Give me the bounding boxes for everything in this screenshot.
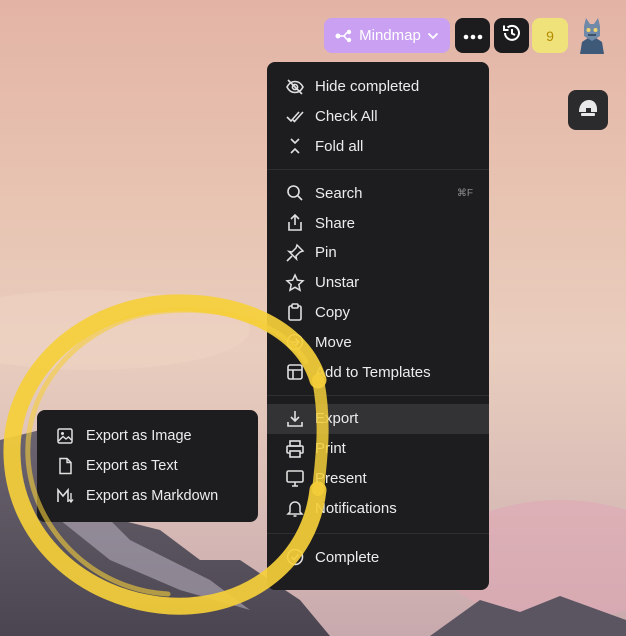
move-icon [285,332,305,352]
menu-item-label: Unstar [315,274,360,292]
menu-item-notifications[interactable]: Notifications [267,493,489,523]
clipboard-icon [285,302,305,322]
menu-item-label: Hide completed [315,78,420,96]
menu-divider [267,533,489,535]
view-mode-dropdown[interactable]: Mindmap [324,18,450,53]
menu-item-label: Add to Templates [315,363,431,381]
menu-item-label: Search [315,184,363,202]
markdown-icon [56,487,74,505]
submenu-item-label: Export as Text [86,458,178,474]
menu-item-share[interactable]: Share [267,208,489,238]
menu-item-label: Share [315,214,356,232]
more-dots-icon [463,27,483,45]
side-panel-button[interactable] [568,90,608,130]
menu-item-label: Notifications [315,499,397,517]
print-icon [285,439,305,459]
menu-item-label: Check All [315,108,378,126]
menu-item-check-all[interactable]: Check All [267,102,489,132]
options-menu: Hide completed Check All Fold all Search… [267,62,489,590]
export-submenu: Export as Image Export as Text Export as… [37,410,258,522]
chevron-down-icon [427,32,439,40]
menu-item-present[interactable]: Present [267,464,489,494]
menu-item-label: Print [315,440,346,458]
image-icon [56,427,74,445]
view-mode-label: Mindmap [359,27,421,44]
menu-item-label: Copy [315,303,351,321]
star-icon [285,272,305,293]
menu-item-label: Export [315,410,359,428]
submenu-item-label: Export as Image [86,428,192,444]
menu-item-add-to-templates[interactable]: Add to Templates [267,357,489,387]
submenu-item-export-markdown[interactable]: Export as Markdown [37,481,258,511]
menu-item-complete[interactable]: Complete [267,542,489,572]
keyboard-shortcut: ⌘F [456,187,473,199]
bell-icon [285,498,305,518]
menu-item-label: Present [315,469,367,487]
menu-item-fold-all[interactable]: Fold all [267,132,489,162]
export-icon [285,409,305,429]
menu-item-hide-completed[interactable]: Hide completed [267,72,489,102]
submenu-item-export-image[interactable]: Export as Image [37,421,258,451]
menu-item-unstar[interactable]: Unstar [267,268,489,298]
pin-icon [285,243,305,263]
menu-item-label: Fold all [315,137,364,155]
mindmap-icon [335,29,353,43]
avatar[interactable] [574,16,610,56]
submenu-item-label: Export as Markdown [86,488,219,504]
double-check-icon [285,107,305,127]
present-icon [285,468,305,488]
template-icon [285,362,305,382]
search-icon [285,183,305,203]
menu-item-move[interactable]: Move [267,327,489,357]
menu-item-label: Move [315,333,352,351]
history-icon [501,22,523,49]
history-button[interactable] [494,18,529,53]
submenu-item-export-text[interactable]: Export as Text [37,451,258,481]
menu-item-label: Complete [315,548,380,566]
eye-off-icon [285,77,305,97]
fold-icon [285,136,305,156]
more-options-button[interactable] [455,18,490,53]
menu-item-copy[interactable]: Copy [267,298,489,328]
menu-divider [267,394,489,396]
menu-item-search[interactable]: Search ⌘F [267,178,489,208]
check-circle-icon [285,547,305,567]
share-icon [285,213,305,233]
menu-item-label: Pin [315,244,337,262]
file-icon [56,457,74,475]
menu-item-pin[interactable]: Pin [267,238,489,268]
notification-count-badge[interactable]: 9 [532,18,568,53]
menu-item-print[interactable]: Print [267,434,489,464]
helmet-icon [577,98,599,123]
menu-divider [267,169,489,171]
menu-item-export[interactable]: Export [267,403,489,434]
